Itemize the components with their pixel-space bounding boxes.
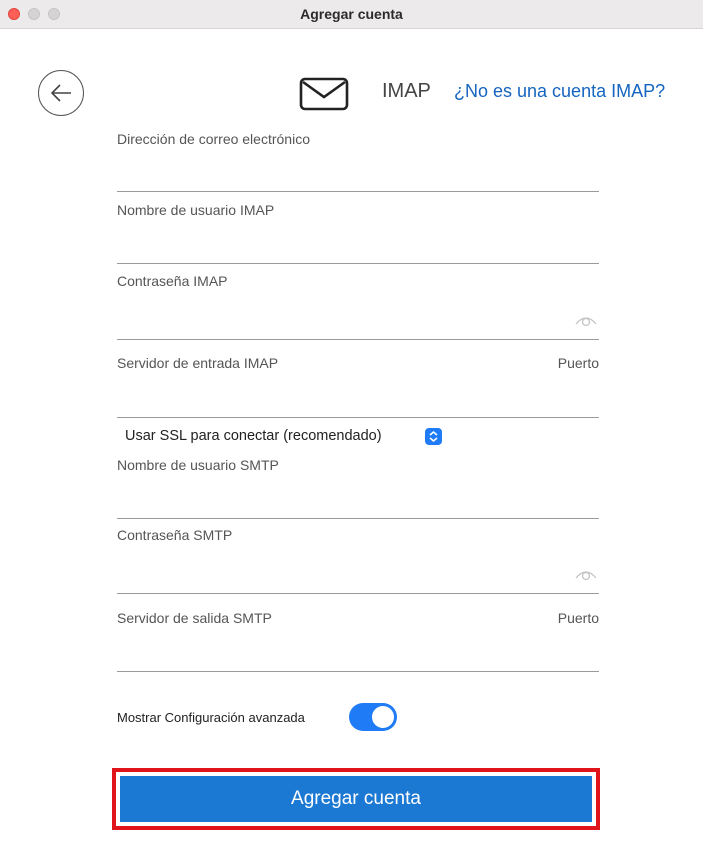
back-button[interactable] <box>38 70 84 116</box>
protocol-label: IMAP <box>382 80 431 102</box>
not-imap-account-link[interactable]: ¿No es una cuenta IMAP? <box>454 81 665 102</box>
imap-server-input[interactable] <box>117 391 519 413</box>
smtp-server-field: Servidor de salida SMTP Puerto <box>117 610 599 672</box>
arrow-left-icon <box>50 84 71 102</box>
smtp-server-input[interactable] <box>117 645 519 667</box>
show-password-eye-icon[interactable] <box>575 313 597 327</box>
smtp-password-field: Contraseña SMTP <box>117 527 599 594</box>
imap-password-input[interactable] <box>117 313 569 335</box>
imap-port-input[interactable] <box>539 391 599 413</box>
imap-username-field: Nombre de usuario IMAP <box>117 202 599 264</box>
submit-highlight-frame: Agregar cuenta <box>112 768 600 830</box>
toggle-knob <box>372 706 394 728</box>
title-bar: Agregar cuenta <box>0 0 703 29</box>
imap-username-label: Nombre de usuario IMAP <box>117 202 275 218</box>
imap-server-label: Servidor de entrada IMAP <box>117 355 279 371</box>
smtp-username-field: Nombre de usuario SMTP <box>117 457 599 519</box>
imap-port-label: Puerto <box>557 355 599 371</box>
smtp-server-label: Servidor de salida SMTP <box>117 610 272 626</box>
chevron-updown-icon <box>429 430 438 443</box>
imap-password-field: Contraseña IMAP <box>117 273 599 340</box>
smtp-username-input[interactable] <box>117 492 569 514</box>
smtp-username-label: Nombre de usuario SMTP <box>117 457 279 473</box>
ssl-select[interactable]: Usar SSL para conectar (recomendado) <box>125 428 382 444</box>
advanced-settings-label: Mostrar Configuración avanzada <box>117 710 305 725</box>
smtp-password-label: Contraseña SMTP <box>117 527 233 543</box>
smtp-port-label: Puerto <box>557 610 599 626</box>
show-password-eye-icon[interactable] <box>575 567 597 581</box>
ssl-dropdown-button[interactable] <box>425 428 442 445</box>
email-field: Dirección de correo electrónico <box>117 131 599 192</box>
add-account-button[interactable]: Agregar cuenta <box>120 776 592 822</box>
imap-username-input[interactable] <box>117 237 569 259</box>
window-title: Agregar cuenta <box>300 6 403 22</box>
imap-server-field: Servidor de entrada IMAP Puerto <box>117 355 599 418</box>
smtp-port-input[interactable] <box>539 645 599 667</box>
imap-password-label: Contraseña IMAP <box>117 273 228 289</box>
mail-icon <box>299 77 349 111</box>
advanced-settings-toggle[interactable] <box>349 703 397 731</box>
smtp-password-input[interactable] <box>117 567 569 589</box>
email-input[interactable] <box>117 165 569 187</box>
email-label: Dirección de correo electrónico <box>117 131 310 147</box>
